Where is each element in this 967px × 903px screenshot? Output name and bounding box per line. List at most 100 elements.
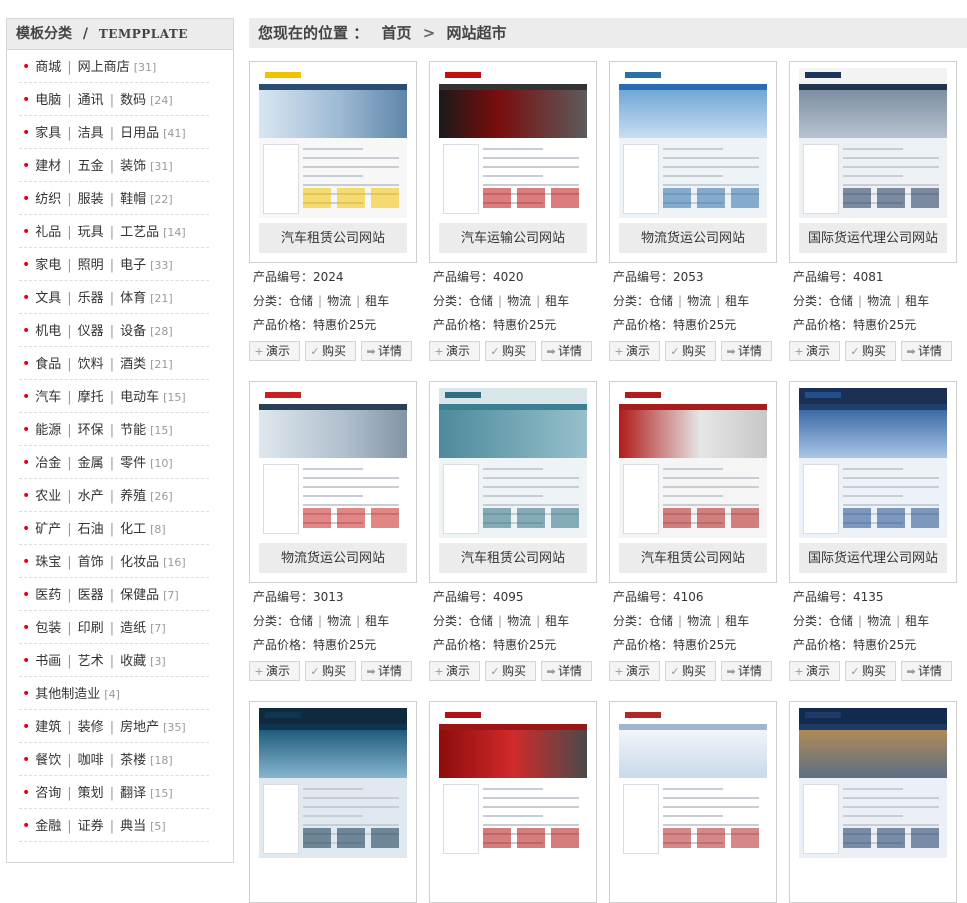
category-item[interactable]: • 电脑 | 通讯 | 数码 [24] (19, 83, 209, 116)
detail-button[interactable]: ➡ 详情 (361, 661, 412, 681)
category-link[interactable]: 金属 (78, 456, 104, 471)
category-link[interactable]: 养殖 (120, 489, 146, 504)
category-link[interactable]: 收藏 (120, 654, 146, 669)
product-card[interactable]: 汽车租赁公司网站 (429, 381, 597, 583)
category-tag[interactable]: 仓储 (289, 614, 313, 628)
category-link[interactable]: 石油 (78, 522, 104, 537)
category-link[interactable]: 鞋帽 (120, 192, 146, 207)
demo-button[interactable]: + 演示 (609, 341, 660, 361)
demo-button[interactable]: + 演示 (789, 341, 840, 361)
category-link[interactable]: 玩具 (78, 225, 104, 240)
category-item[interactable]: • 餐饮 | 咖啡 | 茶楼 [18] (19, 743, 209, 776)
template-thumbnail[interactable] (259, 388, 407, 538)
product-card[interactable] (789, 701, 957, 903)
category-link[interactable]: 装饰 (120, 159, 146, 174)
category-link[interactable]: 矿产 (35, 522, 61, 537)
category-link[interactable]: 首饰 (78, 555, 104, 570)
category-tag[interactable]: 仓储 (289, 294, 313, 308)
category-link[interactable]: 电子 (120, 258, 146, 273)
category-link[interactable]: 商城 (35, 60, 61, 75)
category-link[interactable]: 家具 (35, 126, 61, 141)
template-thumbnail[interactable] (259, 68, 407, 218)
category-item[interactable]: • 冶金 | 金属 | 零件 [10] (19, 446, 209, 479)
category-link[interactable]: 乐器 (78, 291, 104, 306)
detail-button[interactable]: ➡ 详情 (541, 341, 592, 361)
category-tag[interactable]: 租车 (545, 614, 569, 628)
category-link[interactable]: 文具 (35, 291, 61, 306)
category-tag[interactable]: 物流 (507, 614, 531, 628)
category-item[interactable]: • 包装 | 印刷 | 造纸 [7] (19, 611, 209, 644)
category-link[interactable]: 节能 (120, 423, 146, 438)
category-item[interactable]: • 医药 | 医器 | 保健品 [7] (19, 578, 209, 611)
category-link[interactable]: 仪器 (78, 324, 104, 339)
product-title[interactable]: 国际货运代理公司网站 (799, 223, 947, 253)
detail-button[interactable]: ➡ 详情 (901, 341, 952, 361)
product-title[interactable]: 汽车运输公司网站 (439, 223, 587, 253)
product-card[interactable] (609, 701, 777, 903)
category-link[interactable]: 珠宝 (35, 555, 61, 570)
category-link[interactable]: 服装 (78, 192, 104, 207)
category-tag[interactable]: 仓储 (649, 614, 673, 628)
category-item[interactable]: • 矿产 | 石油 | 化工 [8] (19, 512, 209, 545)
category-link[interactable]: 造纸 (120, 621, 146, 636)
template-thumbnail[interactable] (799, 388, 947, 538)
category-item[interactable]: • 文具 | 乐器 | 体育 [21] (19, 281, 209, 314)
template-thumbnail[interactable] (799, 68, 947, 218)
category-link[interactable]: 策划 (78, 786, 104, 801)
category-tag[interactable]: 租车 (365, 614, 389, 628)
category-link[interactable]: 纺织 (35, 192, 61, 207)
category-item[interactable]: • 食品 | 饮料 | 酒类 [21] (19, 347, 209, 380)
category-item[interactable]: • 珠宝 | 首饰 | 化妆品 [16] (19, 545, 209, 578)
demo-button[interactable]: + 演示 (609, 661, 660, 681)
category-item[interactable]: • 家具 | 洁具 | 日用品 [41] (19, 116, 209, 149)
category-item[interactable]: • 建筑 | 装修 | 房地产 [35] (19, 710, 209, 743)
category-item[interactable]: • 书画 | 艺术 | 收藏 [3] (19, 644, 209, 677)
category-item[interactable]: • 咨询 | 策划 | 翻译 [15] (19, 776, 209, 809)
buy-button[interactable]: ✓ 购买 (485, 661, 536, 681)
category-link[interactable]: 家电 (35, 258, 61, 273)
template-thumbnail[interactable] (439, 68, 587, 218)
category-link[interactable]: 建筑 (35, 720, 61, 735)
category-link[interactable]: 食品 (35, 357, 61, 372)
template-thumbnail[interactable] (799, 708, 947, 858)
category-link[interactable]: 化妆品 (120, 555, 159, 570)
category-link[interactable]: 照明 (78, 258, 104, 273)
product-card[interactable] (429, 701, 597, 903)
demo-button[interactable]: + 演示 (429, 661, 480, 681)
category-link[interactable]: 典当 (120, 819, 146, 834)
category-item[interactable]: • 建材 | 五金 | 装饰 [31] (19, 149, 209, 182)
category-link[interactable]: 五金 (78, 159, 104, 174)
category-link[interactable]: 其他制造业 (35, 687, 100, 702)
category-link[interactable]: 日用品 (120, 126, 159, 141)
category-tag[interactable]: 物流 (687, 614, 711, 628)
category-tag[interactable]: 仓储 (469, 614, 493, 628)
category-link[interactable]: 通讯 (78, 93, 104, 108)
category-link[interactable]: 汽车 (35, 390, 61, 405)
category-link[interactable]: 洁具 (78, 126, 104, 141)
category-link[interactable]: 数码 (120, 93, 146, 108)
category-link[interactable]: 印刷 (78, 621, 104, 636)
template-thumbnail[interactable] (619, 68, 767, 218)
category-link[interactable]: 咨询 (35, 786, 61, 801)
template-thumbnail[interactable] (439, 388, 587, 538)
buy-button[interactable]: ✓ 购买 (845, 661, 896, 681)
product-card[interactable]: 国际货运代理公司网站 (789, 61, 957, 263)
category-link[interactable]: 电动车 (120, 390, 159, 405)
category-item[interactable]: • 其他制造业 [4] (19, 677, 209, 710)
buy-button[interactable]: ✓ 购买 (845, 341, 896, 361)
category-link[interactable]: 零件 (120, 456, 146, 471)
category-item[interactable]: • 家电 | 照明 | 电子 [33] (19, 248, 209, 281)
product-title[interactable]: 物流货运公司网站 (259, 543, 407, 573)
category-link[interactable]: 设备 (120, 324, 146, 339)
category-item[interactable]: • 机电 | 仪器 | 设备 [28] (19, 314, 209, 347)
category-tag[interactable]: 物流 (687, 294, 711, 308)
category-link[interactable]: 电脑 (35, 93, 61, 108)
buy-button[interactable]: ✓ 购买 (665, 661, 716, 681)
category-tag[interactable]: 物流 (507, 294, 531, 308)
category-tag[interactable]: 租车 (905, 614, 929, 628)
category-link[interactable]: 冶金 (35, 456, 61, 471)
category-link[interactable]: 咖啡 (78, 753, 104, 768)
category-link[interactable]: 医药 (35, 588, 61, 603)
category-link[interactable]: 金融 (35, 819, 61, 834)
buy-button[interactable]: ✓ 购买 (485, 341, 536, 361)
